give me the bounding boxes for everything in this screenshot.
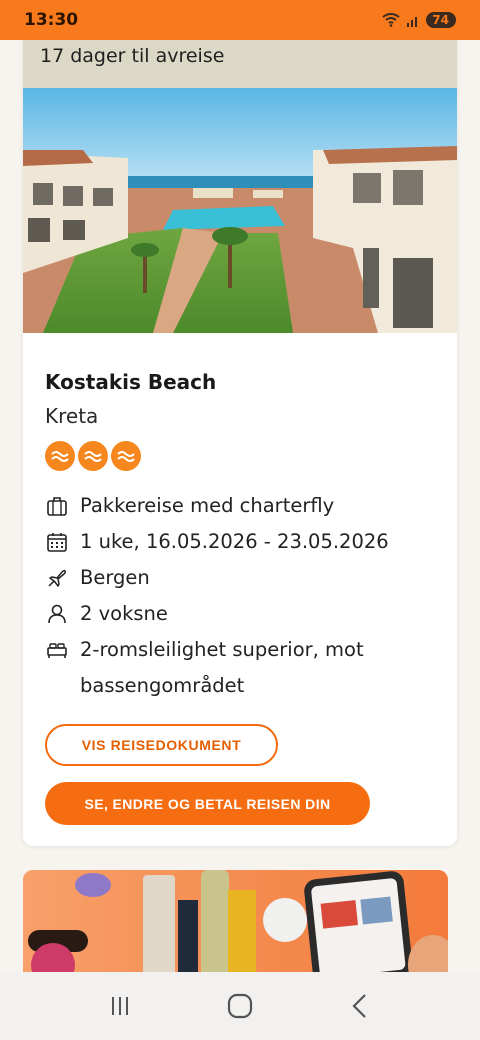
status-time: 13:30 (24, 10, 79, 30)
detail-travelers: 2 voksne (45, 596, 445, 632)
home-button[interactable] (220, 986, 260, 1026)
trip-details: Pakkereise med charterfly 1 uke, 16.05.2… (45, 488, 445, 703)
rating-wave-icon (78, 441, 108, 471)
signal-icon (407, 17, 418, 27)
detail-room: 2-romsleilighet superior, mot bassengomr… (45, 632, 445, 703)
detail-text: 2 voksne (80, 602, 168, 625)
detail-text: Pakkereise med charterfly (80, 494, 335, 517)
detail-text: 2-romsleilighet superior, mot bassengomr… (80, 638, 364, 697)
hotel-name: Kostakis Beach (45, 370, 217, 394)
hotel-photo (23, 88, 457, 333)
detail-travel-type: Pakkereise med charterfly (45, 488, 445, 524)
status-bar: 13:30 74 (0, 0, 480, 40)
hotel-region: Kreta (45, 404, 99, 428)
airplane-icon (45, 560, 69, 596)
detail-text: Bergen (80, 566, 150, 589)
rating-wave-icon (45, 441, 75, 471)
suitcase-icon (45, 488, 69, 524)
person-icon (45, 596, 69, 632)
promo-banner-image[interactable] (23, 870, 448, 980)
rating-wave-icon (111, 441, 141, 471)
bed-icon (45, 632, 69, 668)
system-nav-bar (0, 972, 480, 1040)
hotel-rating (45, 441, 141, 471)
detail-dates: 1 uke, 16.05.2026 - 23.05.2026 (45, 524, 445, 560)
home-icon (227, 993, 253, 1019)
booking-card[interactable]: 17 dager til avreise Kostakis Beach Kret… (23, 30, 457, 846)
back-icon (352, 994, 366, 1018)
calendar-icon (45, 524, 69, 560)
battery-indicator: 74 (426, 12, 456, 28)
view-travel-documents-button[interactable]: VIS REISEDOKUMENT (45, 724, 278, 766)
manage-and-pay-trip-button[interactable]: SE, ENDRE OG BETAL REISEN DIN (45, 782, 370, 825)
detail-text: 1 uke, 16.05.2026 - 23.05.2026 (80, 530, 389, 553)
recent-apps-button[interactable] (100, 986, 140, 1026)
wifi-icon (382, 13, 400, 27)
back-button[interactable] (340, 986, 380, 1026)
status-icons: 74 (382, 12, 456, 28)
detail-departure: Bergen (45, 560, 445, 596)
recent-apps-icon (112, 997, 128, 1015)
